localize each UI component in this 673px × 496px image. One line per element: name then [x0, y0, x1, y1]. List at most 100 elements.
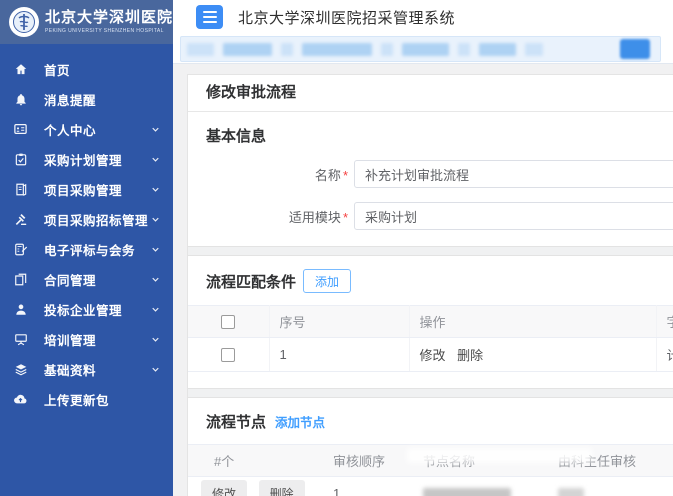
redacted-breadcrumb-segment [302, 43, 372, 56]
col-director-review: 由科主任审核 [548, 445, 673, 477]
layers-icon [13, 362, 28, 377]
col-order: 审核顺序 [323, 445, 413, 477]
match-conditions-section: 流程匹配条件 添加 序号 操作 字 [188, 256, 673, 388]
sidebar-item-procurement-plan[interactable]: 采购计划管理 [0, 144, 173, 174]
select-all-checkbox[interactable] [221, 315, 235, 329]
sidebar-item-project-procurement[interactable]: 项目采购管理 [0, 174, 173, 204]
row-checkbox[interactable] [221, 348, 235, 362]
presentation-icon [13, 332, 28, 347]
redacted-action-button[interactable] [620, 39, 650, 59]
col-hash: #个 [188, 445, 323, 477]
hospital-name: 北京大学深圳医院 [45, 10, 173, 27]
redacted-director-value [558, 488, 584, 496]
chevron-down-icon [150, 184, 161, 195]
hospital-name-en: PEKING UNIVERSITY SHENZHEN HOSPITAL [45, 29, 173, 35]
sidebar-item-training-management[interactable]: 培训管理 [0, 324, 173, 354]
table-header-row: 序号 操作 字 [188, 306, 673, 338]
clipboard-check-icon [13, 152, 28, 167]
user-icon [13, 302, 28, 317]
breadcrumb-bar [180, 36, 661, 62]
col-operation: 操作 [409, 306, 656, 338]
required-asterisk: * [343, 168, 348, 183]
cloud-upload-icon [13, 392, 28, 407]
edit-approval-flow-card: 修改审批流程 基本信息 名称* 适用模块* [187, 74, 673, 496]
delete-link[interactable]: 删除 [457, 348, 483, 363]
chevron-down-icon [150, 364, 161, 375]
sidebar-menu: 首页 消息提醒 个人中心 采购计划管理 项目采购管理 [0, 44, 173, 414]
table-header-row: #个 审核顺序 节点名称 由科主任审核 [188, 445, 673, 477]
col-partial: 字 [656, 306, 673, 338]
col-index: 序号 [269, 306, 409, 338]
section-divider [188, 246, 673, 256]
flow-nodes-table: #个 审核顺序 节点名称 由科主任审核 修改 [188, 444, 673, 496]
module-select[interactable] [354, 202, 673, 230]
breadcrumb-strip [173, 34, 673, 64]
redacted-breadcrumb-segment [281, 43, 293, 56]
table-row: 1 修改 删除 计 [188, 338, 673, 372]
basic-info-section: 基本信息 名称* 适用模块* [188, 112, 673, 246]
chevron-down-icon [150, 154, 161, 165]
redacted-breadcrumb-segment [402, 43, 449, 56]
redacted-breadcrumb-segment [525, 43, 543, 56]
sidebar-item-bidding-management[interactable]: 项目采购招标管理 [0, 204, 173, 234]
add-node-link[interactable]: 添加节点 [275, 412, 325, 431]
home-icon [13, 62, 28, 77]
flow-nodes-section: 流程节点 添加节点 #个 审核顺序 节点名称 由科主任审核 [188, 398, 673, 496]
sidebar-item-contract-management[interactable]: 合同管理 [0, 264, 173, 294]
calculator-edit-icon [13, 242, 28, 257]
content-area: 修改审批流程 基本信息 名称* 适用模块* [173, 64, 673, 496]
chevron-down-icon [150, 124, 161, 135]
name-field-row: 名称* [206, 160, 673, 188]
sidebar-item-personal-center[interactable]: 个人中心 [0, 114, 173, 144]
cell-index: 1 [269, 338, 409, 372]
flow-nodes-title: 流程节点 [206, 411, 266, 432]
top-bar: 北京大学深圳医院招采管理系统 [173, 0, 673, 34]
app-title: 北京大学深圳医院招采管理系统 [238, 7, 455, 28]
name-input[interactable] [354, 160, 673, 188]
col-node-name: 节点名称 [413, 445, 548, 477]
chevron-down-icon [150, 244, 161, 255]
id-card-icon [13, 122, 28, 137]
sidebar-item-bidder-enterprise[interactable]: 投标企业管理 [0, 294, 173, 324]
sidebar-item-upload-update[interactable]: 上传更新包 [0, 384, 173, 414]
book-icon [13, 182, 28, 197]
page-title: 修改审批流程 [188, 75, 673, 112]
cell-order: 1 [323, 477, 413, 496]
modify-button[interactable]: 修改 [201, 480, 247, 496]
add-condition-button[interactable]: 添加 [303, 269, 351, 293]
modify-link[interactable]: 修改 [420, 348, 446, 363]
redacted-breadcrumb-segment [223, 43, 272, 56]
sidebar-item-home[interactable]: 首页 [0, 54, 173, 84]
module-field-row: 适用模块* [206, 202, 673, 230]
hamburger-icon [203, 11, 217, 13]
contract-icon [13, 272, 28, 287]
chevron-down-icon [150, 214, 161, 225]
chevron-down-icon [150, 304, 161, 315]
sidebar: 北京大学深圳医院 PEKING UNIVERSITY SHENZHEN HOSP… [0, 0, 173, 496]
gavel-icon [13, 212, 28, 227]
sidebar-item-basic-data[interactable]: 基础资料 [0, 354, 173, 384]
menu-toggle-button[interactable] [196, 5, 223, 29]
redacted-breadcrumb-segment [479, 43, 516, 56]
hospital-logo: 北京大学深圳医院 PEKING UNIVERSITY SHENZHEN HOSP… [0, 0, 173, 44]
redacted-node-name [423, 488, 511, 496]
app-root: 北京大学深圳医院 PEKING UNIVERSITY SHENZHEN HOSP… [0, 0, 673, 496]
basic-info-title: 基本信息 [206, 125, 266, 146]
name-label: 名称 [315, 168, 341, 183]
bell-icon [13, 92, 28, 107]
table-row: 修改 删除 1 [188, 477, 673, 496]
required-asterisk: * [343, 210, 348, 225]
cell-partial: 计 [656, 338, 673, 372]
redacted-breadcrumb-segment [381, 43, 393, 56]
redacted-breadcrumb-segment [458, 43, 470, 56]
main-area: 北京大学深圳医院招采管理系统 修改审批流程 基本信息 [173, 0, 673, 496]
sidebar-item-messages[interactable]: 消息提醒 [0, 84, 173, 114]
match-conditions-title: 流程匹配条件 [206, 271, 296, 292]
hospital-emblem-icon [9, 7, 39, 37]
match-conditions-table: 序号 操作 字 1 修改 [188, 305, 673, 372]
chevron-down-icon [150, 274, 161, 285]
module-label: 适用模块 [289, 210, 341, 225]
sidebar-item-e-evaluation[interactable]: 电子评标与会务 [0, 234, 173, 264]
delete-button[interactable]: 删除 [259, 480, 305, 496]
redacted-breadcrumb-segment [187, 43, 214, 56]
